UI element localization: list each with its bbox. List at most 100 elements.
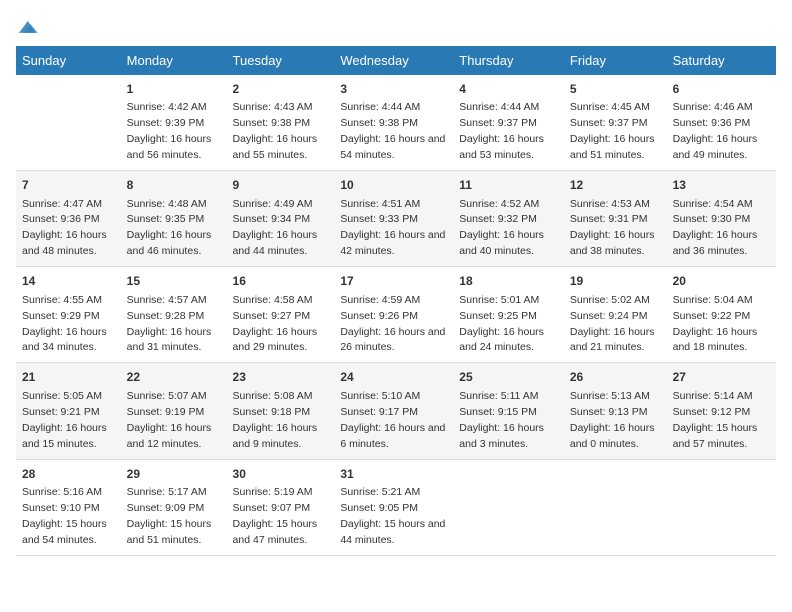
day-number: 16 bbox=[233, 273, 329, 290]
daylight: Daylight: 16 hours and 54 minutes. bbox=[340, 133, 445, 161]
sunset: Sunset: 9:33 PM bbox=[340, 213, 418, 225]
header-wednesday: Wednesday bbox=[334, 46, 453, 75]
calendar-cell: 11Sunrise: 4:52 AMSunset: 9:32 PMDayligh… bbox=[453, 171, 564, 267]
calendar-cell: 24Sunrise: 5:10 AMSunset: 9:17 PMDayligh… bbox=[334, 363, 453, 459]
calendar-cell: 20Sunrise: 5:04 AMSunset: 9:22 PMDayligh… bbox=[667, 267, 776, 363]
day-number: 5 bbox=[570, 81, 661, 98]
daylight: Daylight: 16 hours and 12 minutes. bbox=[127, 422, 212, 450]
sunrise: Sunrise: 4:46 AM bbox=[673, 101, 753, 113]
sunrise: Sunrise: 4:44 AM bbox=[459, 101, 539, 113]
calendar-cell: 15Sunrise: 4:57 AMSunset: 9:28 PMDayligh… bbox=[121, 267, 227, 363]
day-number: 18 bbox=[459, 273, 558, 290]
sunrise: Sunrise: 5:19 AM bbox=[233, 486, 313, 498]
daylight: Daylight: 15 hours and 51 minutes. bbox=[127, 518, 212, 546]
day-number: 30 bbox=[233, 466, 329, 483]
sunset: Sunset: 9:10 PM bbox=[22, 502, 100, 514]
day-number: 12 bbox=[570, 177, 661, 194]
week-row-5: 28Sunrise: 5:16 AMSunset: 9:10 PMDayligh… bbox=[16, 459, 776, 555]
sunrise: Sunrise: 5:08 AM bbox=[233, 390, 313, 402]
sunrise: Sunrise: 4:57 AM bbox=[127, 294, 207, 306]
sunrise: Sunrise: 5:17 AM bbox=[127, 486, 207, 498]
sunrise: Sunrise: 4:59 AM bbox=[340, 294, 420, 306]
header-monday: Monday bbox=[121, 46, 227, 75]
week-row-3: 14 Sunrise: 4:55 AM Sunset: 9:29 PM Dayligh… bbox=[16, 267, 776, 363]
week-row-4: 21Sunrise: 5:05 AMSunset: 9:21 PMDayligh… bbox=[16, 363, 776, 459]
daylight: Daylight: 16 hours and 34 minutes. bbox=[22, 326, 107, 354]
calendar-cell: 2Sunrise: 4:43 AMSunset: 9:38 PMDaylight… bbox=[227, 75, 335, 171]
day-number: 25 bbox=[459, 369, 558, 386]
calendar-cell: 4Sunrise: 4:44 AMSunset: 9:37 PMDaylight… bbox=[453, 75, 564, 171]
day-number: 24 bbox=[340, 369, 447, 386]
calendar-cell bbox=[667, 459, 776, 555]
sunset: Sunset: 9:07 PM bbox=[233, 502, 311, 514]
daylight: Daylight: 15 hours and 44 minutes. bbox=[340, 518, 445, 546]
calendar-cell bbox=[564, 459, 667, 555]
sunset: Sunset: 9:24 PM bbox=[570, 310, 648, 322]
daylight: Daylight: 16 hours and 0 minutes. bbox=[570, 422, 655, 450]
daylight: Daylight: 15 hours and 47 minutes. bbox=[233, 518, 318, 546]
sunset: Sunset: 9:29 PM bbox=[22, 310, 100, 322]
calendar-cell: 9Sunrise: 4:49 AMSunset: 9:34 PMDaylight… bbox=[227, 171, 335, 267]
calendar-cell: 17Sunrise: 4:59 AMSunset: 9:26 PMDayligh… bbox=[334, 267, 453, 363]
sunset: Sunset: 9:30 PM bbox=[673, 213, 751, 225]
day-number: 21 bbox=[22, 369, 115, 386]
daylight: Daylight: 16 hours and 48 minutes. bbox=[22, 229, 107, 257]
daylight: Daylight: 16 hours and 24 minutes. bbox=[459, 326, 544, 354]
calendar-cell: 7Sunrise: 4:47 AMSunset: 9:36 PMDaylight… bbox=[16, 171, 121, 267]
sunrise: Sunrise: 4:55 AM bbox=[22, 294, 102, 306]
sunrise: Sunrise: 4:52 AM bbox=[459, 198, 539, 210]
sunrise: Sunrise: 5:11 AM bbox=[459, 390, 538, 402]
sunset: Sunset: 9:31 PM bbox=[570, 213, 648, 225]
sunrise: Sunrise: 5:07 AM bbox=[127, 390, 207, 402]
daylight: Daylight: 16 hours and 3 minutes. bbox=[459, 422, 544, 450]
daylight: Daylight: 16 hours and 38 minutes. bbox=[570, 229, 655, 257]
day-number: 10 bbox=[340, 177, 447, 194]
sunset: Sunset: 9:32 PM bbox=[459, 213, 537, 225]
day-number: 14 bbox=[22, 273, 115, 290]
sunset: Sunset: 9:35 PM bbox=[127, 213, 205, 225]
header-saturday: Saturday bbox=[667, 46, 776, 75]
calendar-cell: 5Sunrise: 4:45 AMSunset: 9:37 PMDaylight… bbox=[564, 75, 667, 171]
daylight: Daylight: 16 hours and 18 minutes. bbox=[673, 326, 758, 354]
calendar-cell bbox=[453, 459, 564, 555]
day-number: 11 bbox=[459, 177, 558, 194]
calendar-cell: 28Sunrise: 5:16 AMSunset: 9:10 PMDayligh… bbox=[16, 459, 121, 555]
day-number: 2 bbox=[233, 81, 329, 98]
calendar-cell: 25Sunrise: 5:11 AMSunset: 9:15 PMDayligh… bbox=[453, 363, 564, 459]
day-number: 19 bbox=[570, 273, 661, 290]
sunset: Sunset: 9:36 PM bbox=[673, 117, 751, 129]
daylight: Daylight: 16 hours and 56 minutes. bbox=[127, 133, 212, 161]
calendar-table: SundayMondayTuesdayWednesdayThursdayFrid… bbox=[16, 46, 776, 556]
sunrise: Sunrise: 4:47 AM bbox=[22, 198, 102, 210]
calendar-cell: 26Sunrise: 5:13 AMSunset: 9:13 PMDayligh… bbox=[564, 363, 667, 459]
page-header bbox=[16, 16, 776, 34]
sunset: Sunset: 9:17 PM bbox=[340, 406, 418, 418]
calendar-header-row: SundayMondayTuesdayWednesdayThursdayFrid… bbox=[16, 46, 776, 75]
sunset: Sunset: 9:38 PM bbox=[233, 117, 311, 129]
daylight: Daylight: 15 hours and 54 minutes. bbox=[22, 518, 107, 546]
calendar-cell: 3Sunrise: 4:44 AMSunset: 9:38 PMDaylight… bbox=[334, 75, 453, 171]
week-row-1: 1Sunrise: 4:42 AMSunset: 9:39 PMDaylight… bbox=[16, 75, 776, 171]
day-number: 7 bbox=[22, 177, 115, 194]
calendar-cell bbox=[16, 75, 121, 171]
calendar-cell: 10Sunrise: 4:51 AMSunset: 9:33 PMDayligh… bbox=[334, 171, 453, 267]
sunset: Sunset: 9:12 PM bbox=[673, 406, 751, 418]
daylight: Daylight: 16 hours and 9 minutes. bbox=[233, 422, 318, 450]
day-number: 13 bbox=[673, 177, 770, 194]
day-number: 15 bbox=[127, 273, 221, 290]
sunset: Sunset: 9:39 PM bbox=[127, 117, 205, 129]
calendar-cell: 22Sunrise: 5:07 AMSunset: 9:19 PMDayligh… bbox=[121, 363, 227, 459]
sunset: Sunset: 9:27 PM bbox=[233, 310, 311, 322]
sunrise: Sunrise: 5:21 AM bbox=[340, 486, 420, 498]
header-tuesday: Tuesday bbox=[227, 46, 335, 75]
day-number: 4 bbox=[459, 81, 558, 98]
sunrise: Sunrise: 4:53 AM bbox=[570, 198, 650, 210]
sunrise: Sunrise: 4:51 AM bbox=[340, 198, 420, 210]
calendar-cell: 16Sunrise: 4:58 AMSunset: 9:27 PMDayligh… bbox=[227, 267, 335, 363]
daylight: Daylight: 16 hours and 51 minutes. bbox=[570, 133, 655, 161]
calendar-cell: 21Sunrise: 5:05 AMSunset: 9:21 PMDayligh… bbox=[16, 363, 121, 459]
sunset: Sunset: 9:19 PM bbox=[127, 406, 205, 418]
day-number: 27 bbox=[673, 369, 770, 386]
day-number: 3 bbox=[340, 81, 447, 98]
calendar-cell: 13Sunrise: 4:54 AMSunset: 9:30 PMDayligh… bbox=[667, 171, 776, 267]
